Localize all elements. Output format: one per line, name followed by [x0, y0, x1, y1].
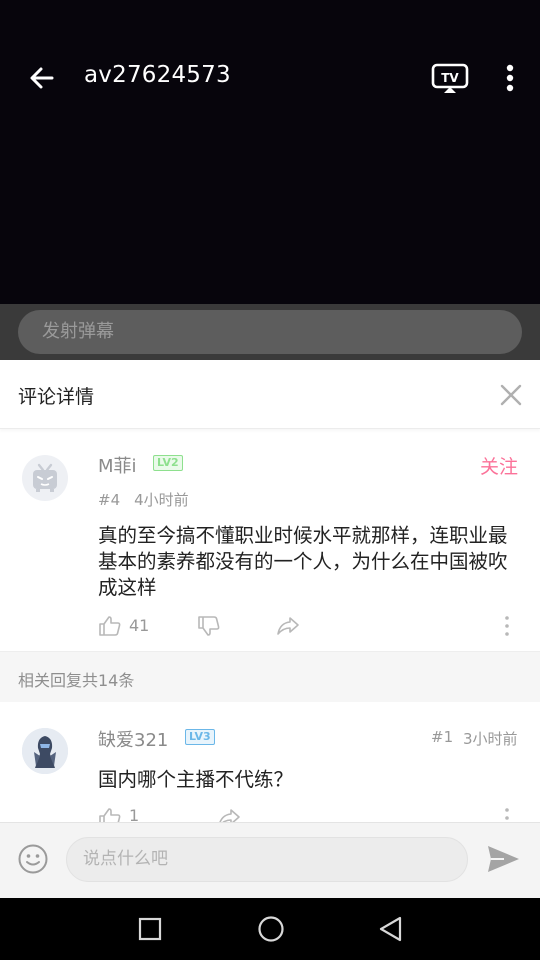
- circle-icon: [258, 916, 284, 942]
- comment-time: 4小时前: [134, 491, 189, 509]
- send-icon: [488, 846, 519, 872]
- more-vertical-icon: [506, 64, 514, 92]
- recent-apps-button[interactable]: [138, 917, 162, 941]
- reply-username[interactable]: 缺爱321: [98, 726, 168, 752]
- related-replies-count: 相关回复共14条: [18, 671, 135, 690]
- comment-username[interactable]: M菲i: [98, 452, 137, 478]
- share-button[interactable]: [276, 614, 300, 638]
- follow-button[interactable]: 关注: [480, 452, 518, 479]
- level-badge: LV3: [185, 729, 215, 745]
- comment-detail-title: 评论详情: [18, 386, 95, 408]
- back-button[interactable]: [24, 60, 60, 96]
- share-arrow-icon: [277, 617, 299, 635]
- tv-cast-icon: TV: [431, 63, 469, 93]
- danmaku-input[interactable]: 发射弹幕: [18, 310, 522, 354]
- emoji-button[interactable]: [17, 843, 49, 875]
- close-button[interactable]: [496, 380, 526, 410]
- reply-floor: #1: [431, 728, 454, 746]
- comment-more-button[interactable]: [500, 614, 524, 638]
- triangle-back-icon: [379, 916, 402, 942]
- square-icon: [138, 917, 162, 941]
- video-player[interactable]: [0, 0, 540, 304]
- bilibili-tv-avatar-icon: [33, 463, 57, 492]
- reply-time: 3小时前: [463, 730, 518, 748]
- like-count: 41: [129, 616, 150, 635]
- tv-cast-button[interactable]: TV: [430, 60, 470, 96]
- avatar[interactable]: [22, 728, 68, 774]
- close-icon: [500, 384, 522, 406]
- thumbs-up-icon: [99, 616, 121, 636]
- svg-text:TV: TV: [441, 71, 459, 85]
- armored-character-avatar-icon: [22, 728, 68, 774]
- more-vertical-icon: [505, 616, 509, 636]
- comment-content: 真的至今搞不懂职业时候水平就那样，连职业最基本的素养都没有的一个人，为什么在中国…: [98, 524, 508, 599]
- comment-meta: #4 4小时前: [98, 489, 203, 510]
- avatar[interactable]: [22, 455, 68, 501]
- dislike-button[interactable]: [197, 614, 221, 638]
- home-button[interactable]: [257, 915, 285, 943]
- send-button[interactable]: [486, 843, 520, 875]
- system-back-button[interactable]: [378, 915, 404, 943]
- comment-floor: #4: [98, 491, 121, 509]
- thumbs-down-icon: [198, 616, 220, 636]
- level-badge: LV2: [153, 455, 183, 471]
- video-id-title: av27624573: [84, 62, 231, 88]
- emoji-icon: [18, 844, 48, 874]
- like-button[interactable]: [98, 614, 122, 638]
- comment-input[interactable]: 说点什么吧: [66, 837, 468, 882]
- more-options-button[interactable]: [498, 60, 522, 96]
- arrow-left-icon: [30, 67, 54, 89]
- reply-content: 国内哪个主播不代练？: [98, 768, 294, 791]
